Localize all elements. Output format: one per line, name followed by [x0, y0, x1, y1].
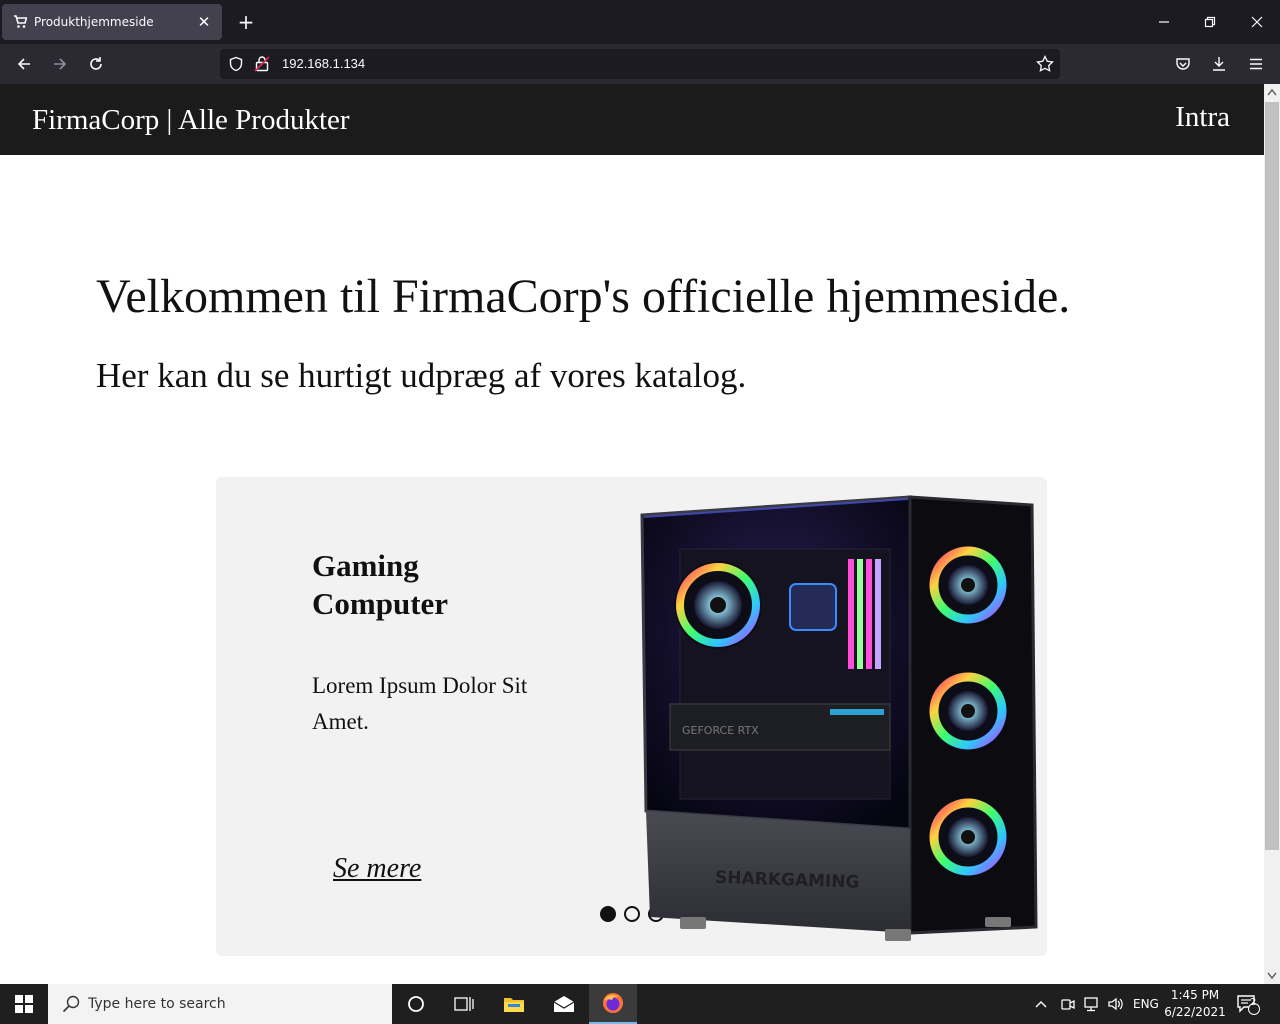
browser-tab[interactable]: Produkthjemmeside ✕ — [2, 4, 222, 40]
gaming-computer-image: SHARKGAMING GEFORCE RTX — [640, 495, 1038, 941]
scroll-up-icon[interactable] — [1264, 84, 1280, 100]
carousel-dot-2[interactable] — [624, 906, 640, 922]
product-carousel-card: Gaming Computer Lorem Ipsum Dolor Sit Am… — [216, 477, 1047, 956]
site-brand[interactable]: FirmaCorp | Alle Produkter — [32, 104, 350, 137]
insecure-lock-icon[interactable] — [254, 55, 270, 77]
see-more-link[interactable]: Se mere — [333, 853, 421, 885]
notification-center-icon[interactable]: 2 — [1236, 984, 1260, 1024]
network-icon[interactable] — [1083, 984, 1101, 1024]
page-viewport: FirmaCorp | Alle Produkter Intra Velkomm… — [0, 84, 1264, 984]
volume-icon[interactable] — [1107, 984, 1125, 1024]
forward-icon[interactable] — [48, 52, 72, 76]
gpu-label: GEFORCE RTX — [682, 724, 759, 737]
clock-time: 1:45 PM — [1170, 988, 1220, 1002]
windows-taskbar: Type here to search ENG 1:45 PM 6/22/202… — [0, 984, 1280, 1024]
tab-title: Produkthjemmeside — [34, 15, 154, 29]
firefox-taskbar-icon[interactable] — [589, 984, 637, 1024]
taskbar-clock[interactable]: 1:45 PM 6/22/2021 — [1160, 987, 1230, 1021]
scroll-thumb[interactable] — [1265, 102, 1279, 850]
meet-now-icon[interactable] — [1060, 984, 1076, 1024]
scroll-down-icon[interactable] — [1264, 968, 1280, 984]
windows-start-icon[interactable] — [0, 984, 48, 1024]
site-header: FirmaCorp | Alle Produkter Intra — [0, 84, 1264, 155]
search-icon — [62, 995, 80, 1017]
search-placeholder: Type here to search — [88, 996, 226, 1012]
address-bar[interactable]: 192.168.1.134 — [220, 49, 1060, 79]
cart-icon — [12, 14, 28, 30]
product-title: Gaming Computer — [312, 548, 449, 621]
bookmark-star-icon[interactable] — [1036, 54, 1054, 77]
back-icon[interactable] — [12, 52, 36, 76]
browser-tab-bar: Produkthjemmeside ✕ + — [0, 0, 1280, 44]
shield-icon[interactable] — [228, 56, 244, 76]
browser-toolbar: 192.168.1.134 — [0, 44, 1280, 84]
download-icon[interactable] — [1207, 52, 1231, 76]
show-hidden-icons[interactable] — [1034, 984, 1048, 1024]
menu-icon[interactable] — [1244, 52, 1268, 76]
nav-link-intra[interactable]: Intra — [1175, 101, 1230, 134]
cortana-icon[interactable] — [392, 984, 440, 1024]
file-explorer-icon[interactable] — [490, 984, 538, 1024]
close-window-icon[interactable] — [1245, 10, 1269, 34]
minimize-icon[interactable] — [1152, 10, 1176, 34]
product-description: Lorem Ipsum Dolor Sit Amet. — [312, 673, 528, 734]
reload-icon[interactable] — [84, 52, 108, 76]
restore-icon[interactable] — [1198, 10, 1222, 34]
language-indicator[interactable]: ENG — [1133, 984, 1159, 1024]
page-scrollbar[interactable] — [1264, 84, 1280, 984]
url-text: 192.168.1.134 — [282, 56, 366, 71]
mail-icon[interactable] — [540, 984, 588, 1024]
notification-count: 2 — [1250, 997, 1257, 1008]
pocket-icon[interactable] — [1171, 52, 1195, 76]
page-title: Velkommen til FirmaCorp's officielle hje… — [96, 270, 1071, 323]
carousel-dot-1[interactable] — [600, 906, 616, 922]
page-subtitle: Her kan du se hurtigt udpræg af vores ka… — [96, 356, 747, 395]
new-tab-button[interactable]: + — [234, 10, 258, 34]
clock-date: 6/22/2021 — [1164, 1005, 1226, 1019]
task-view-icon[interactable] — [440, 984, 488, 1024]
taskbar-search-input[interactable]: Type here to search — [48, 984, 392, 1024]
tab-close-icon[interactable]: ✕ — [196, 13, 212, 31]
